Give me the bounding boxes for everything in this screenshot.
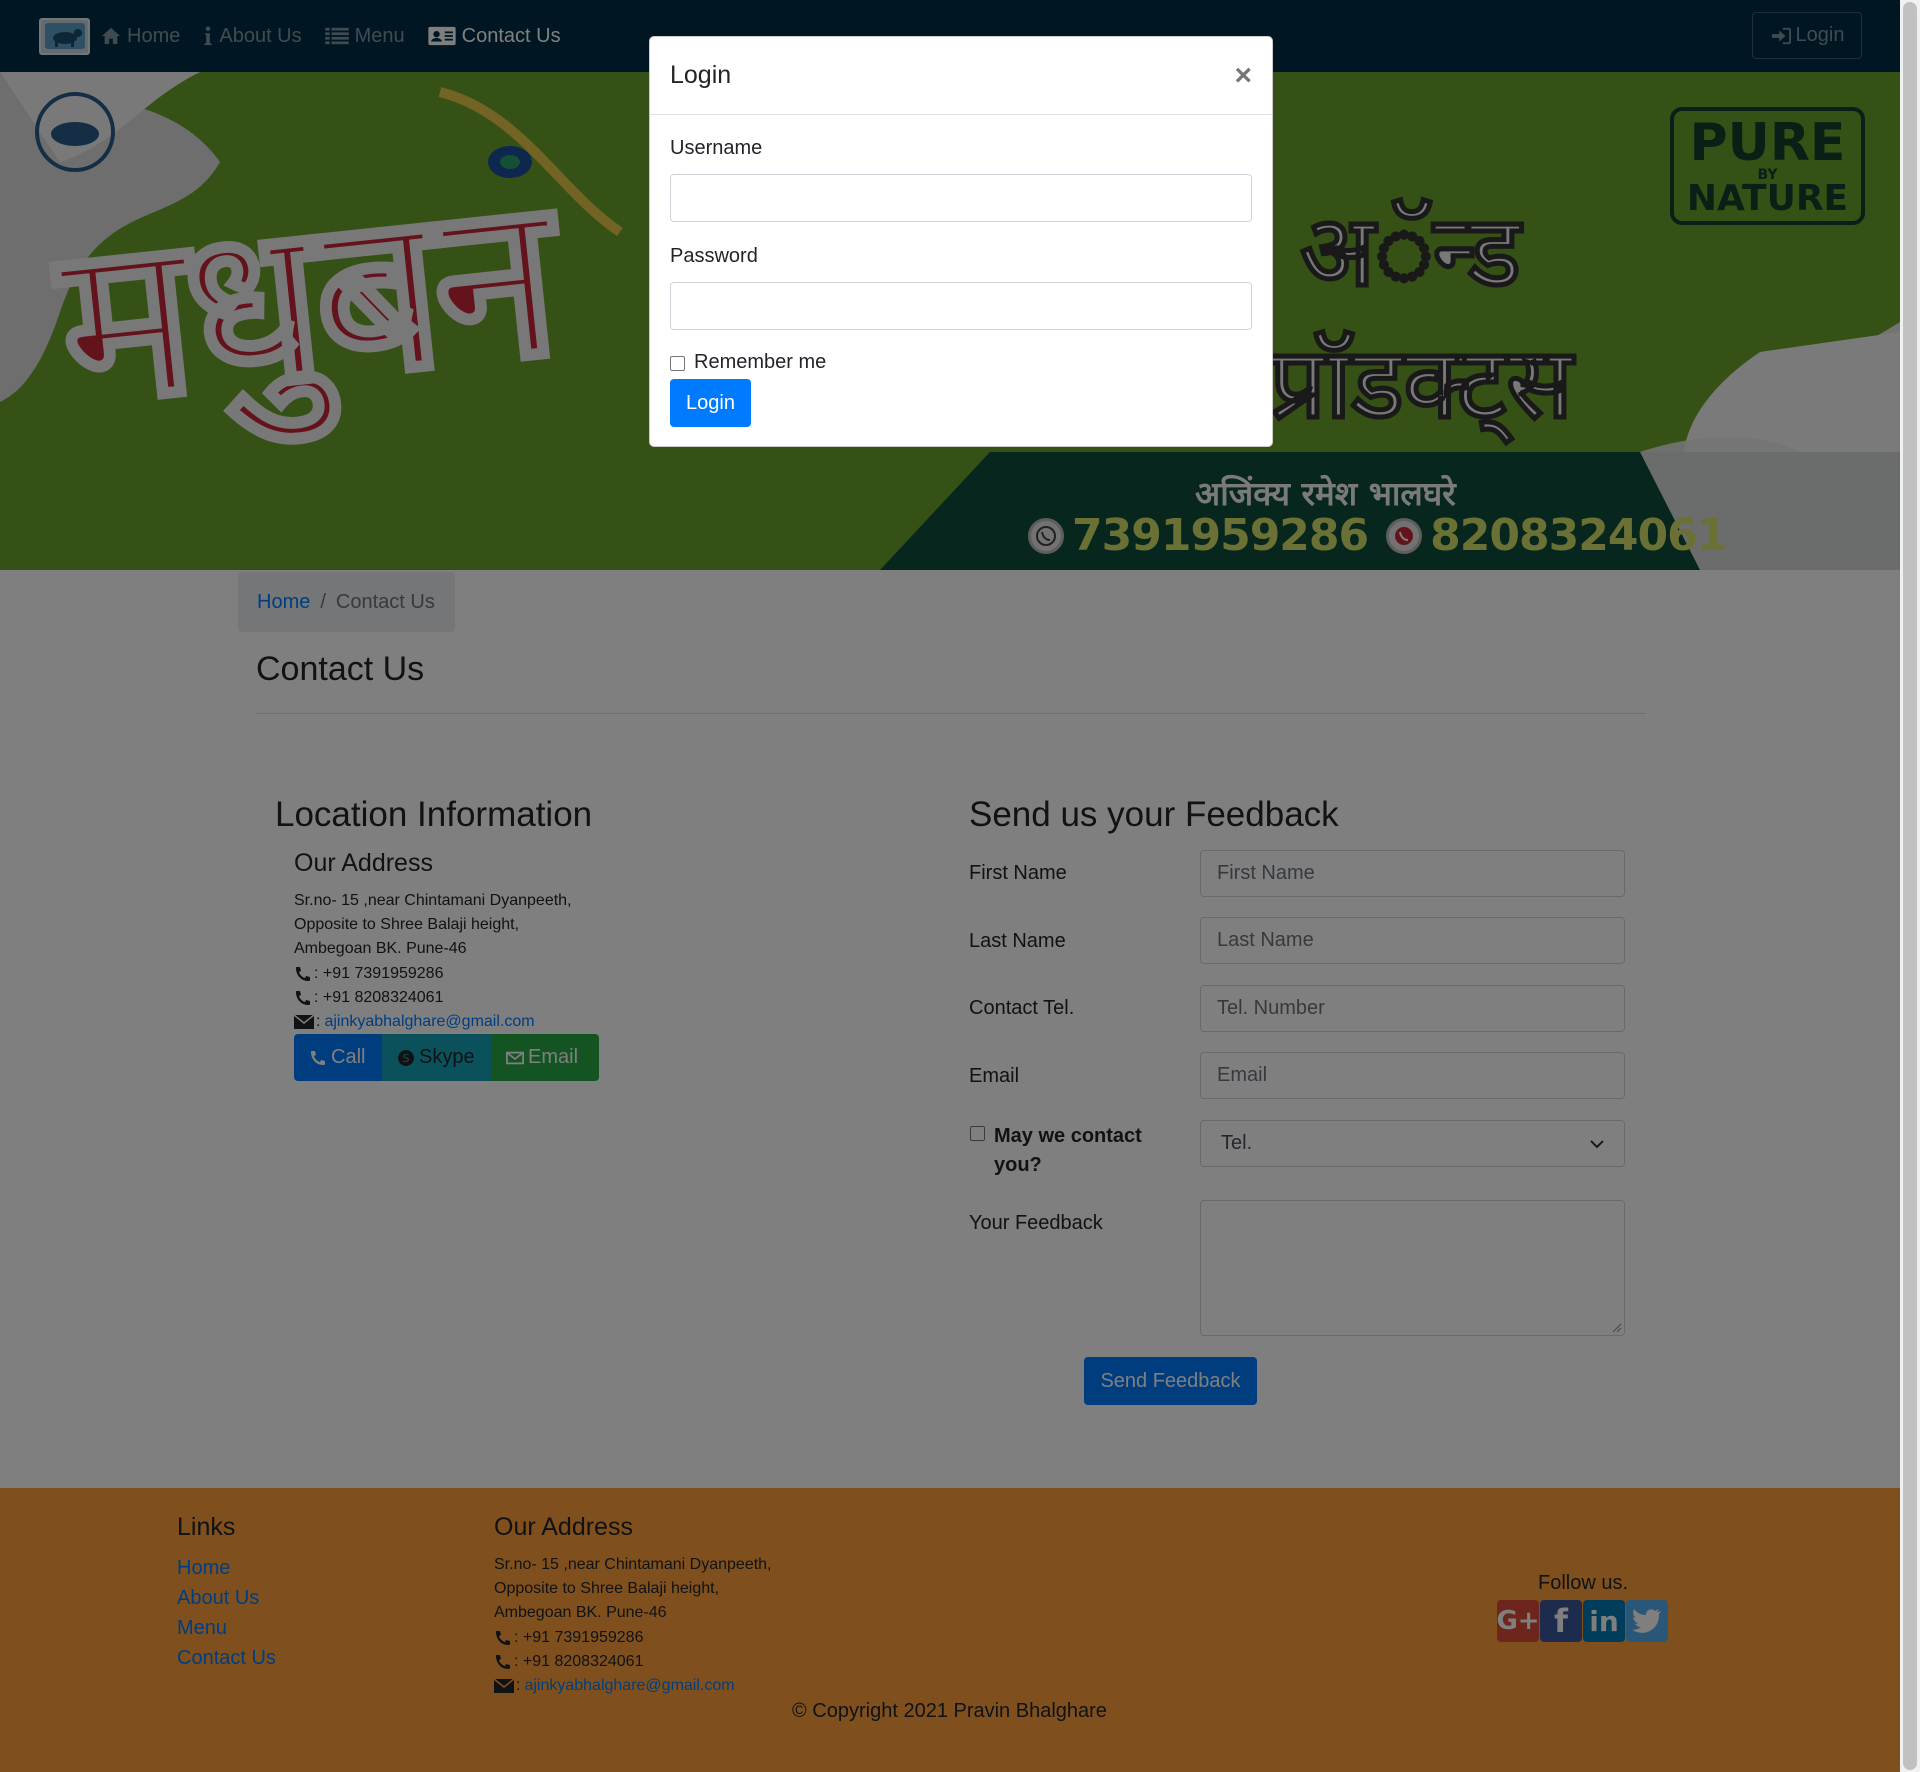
username-input[interactable] (670, 174, 1252, 222)
remember-me-checkbox[interactable] (670, 356, 685, 371)
modal-title: Login (670, 61, 732, 89)
scrollbar-thumb[interactable] (1903, 2, 1917, 1770)
modal-close-button[interactable]: × (1234, 60, 1252, 91)
login-modal: Login × Username Password Remember me Lo… (649, 36, 1273, 447)
page-scrollbar[interactable] (1900, 0, 1920, 1772)
modal-login-button[interactable]: Login (670, 379, 751, 427)
username-label: Username (670, 137, 763, 159)
password-label: Password (670, 245, 758, 267)
remember-me-label: Remember me (694, 351, 827, 373)
password-input[interactable] (670, 282, 1252, 330)
modal-header: Login × (650, 37, 1272, 115)
